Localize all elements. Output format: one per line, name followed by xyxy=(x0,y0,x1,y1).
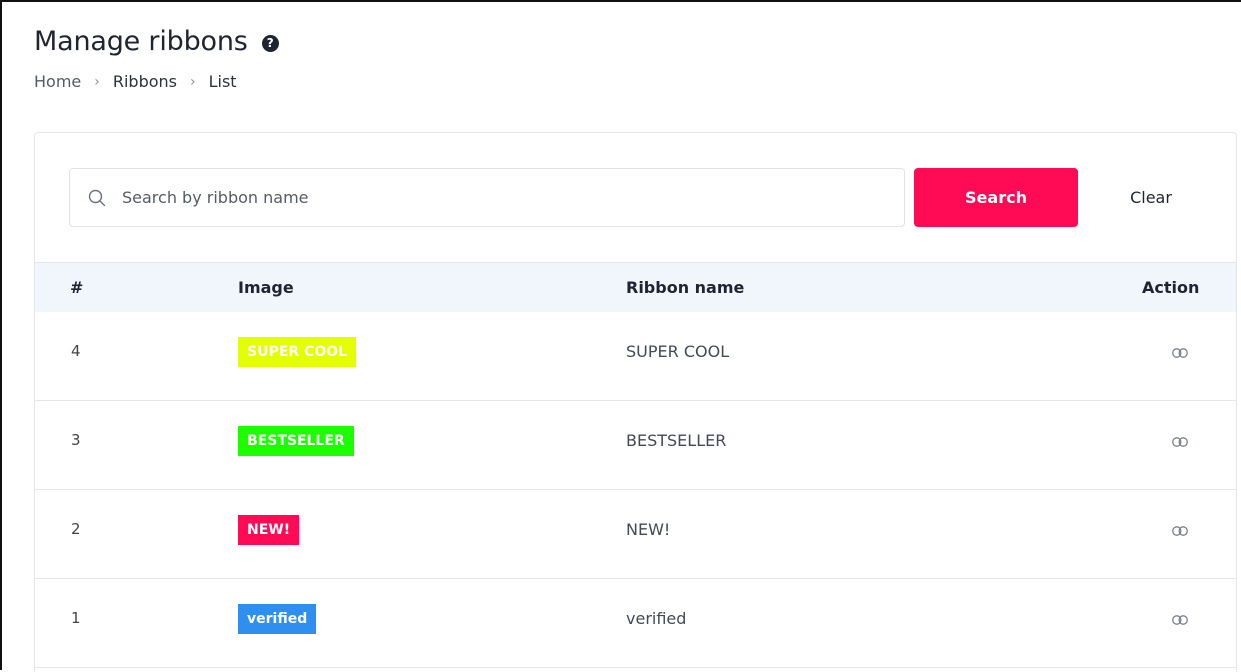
ribbon-name: SUPER COOL xyxy=(626,342,730,361)
page-frame: Manage ribbons ? Home › Ribbons › List S… xyxy=(0,0,1241,672)
column-header-image: Image xyxy=(238,278,294,297)
column-header-action: Action xyxy=(1142,278,1200,297)
help-icon[interactable]: ? xyxy=(261,34,279,52)
breadcrumb: Home › Ribbons › List xyxy=(34,72,237,91)
search-box[interactable] xyxy=(69,168,905,227)
ribbon-name: NEW! xyxy=(626,520,671,539)
column-header-ribbon-name: Ribbon name xyxy=(626,278,745,297)
search-input[interactable] xyxy=(122,188,882,207)
column-header-number: # xyxy=(70,278,84,297)
table-row: 2 NEW! NEW! xyxy=(35,490,1236,579)
table-row: 4 SUPER COOL SUPER COOL xyxy=(35,312,1236,401)
ribbons-card: Search Clear # Image Ribbon name Action … xyxy=(34,132,1237,672)
page-title: Manage ribbons ? xyxy=(34,26,279,57)
row-number: 1 xyxy=(71,609,81,627)
link-icon[interactable] xyxy=(1172,526,1188,536)
row-number: 3 xyxy=(71,431,81,449)
clear-button[interactable]: Clear xyxy=(1101,168,1201,227)
link-icon[interactable] xyxy=(1172,615,1188,625)
ribbon-name: verified xyxy=(626,609,687,628)
table-row: 3 BESTSELLER BESTSELLER xyxy=(35,401,1236,490)
breadcrumb-home[interactable]: Home xyxy=(34,72,81,91)
link-icon[interactable] xyxy=(1172,437,1188,447)
chevron-right-icon: › xyxy=(94,73,100,90)
ribbon-image: verified xyxy=(238,604,317,634)
link-icon[interactable] xyxy=(1172,348,1188,358)
row-number: 4 xyxy=(71,342,81,360)
chevron-right-icon: › xyxy=(190,73,196,90)
ribbon-name: BESTSELLER xyxy=(626,431,727,450)
ribbon-image: BESTSELLER xyxy=(238,426,354,456)
ribbon-image: SUPER COOL xyxy=(238,337,356,367)
table-header: # Image Ribbon name Action xyxy=(35,262,1236,312)
ribbon-image: NEW! xyxy=(238,515,300,545)
search-button[interactable]: Search xyxy=(914,168,1078,227)
table-row: 1 verified verified xyxy=(35,579,1236,668)
breadcrumb-ribbons[interactable]: Ribbons xyxy=(113,72,177,91)
row-number: 2 xyxy=(71,520,81,538)
page-title-text: Manage ribbons xyxy=(34,26,248,57)
search-icon xyxy=(88,189,106,206)
breadcrumb-list: List xyxy=(208,72,237,91)
